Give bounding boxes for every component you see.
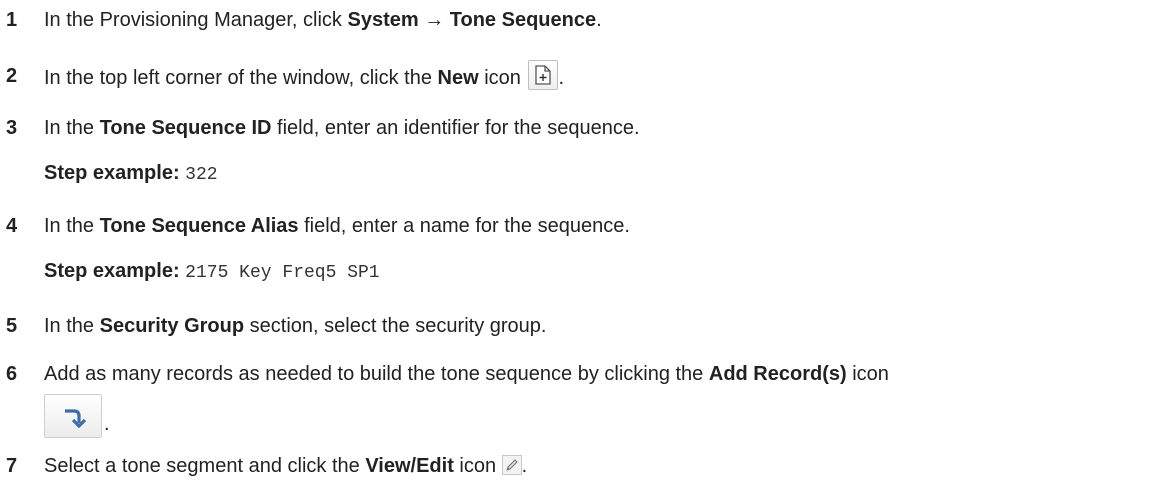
step-2: 2 In the top left corner of the window, …: [0, 60, 1173, 92]
step-text: In the Security Group section, select th…: [44, 310, 546, 342]
example-label: Step example:: [44, 162, 180, 184]
new-document-icon: [528, 60, 559, 90]
step-text-before: Add as many records as needed to build t…: [44, 363, 709, 385]
step-text-after: field, enter an identifier for the seque…: [271, 117, 640, 139]
example-label: Step example:: [44, 260, 180, 282]
step-number: 5: [6, 315, 18, 337]
step-5: 5 In the Security Group section, select …: [0, 310, 1173, 342]
step-4-example: Step example: 2175 Key Freq5 SP1: [44, 256, 380, 286]
field-name: Tone Sequence ID: [99, 117, 272, 139]
step-text-before: In the Provisioning Manager, click: [44, 9, 348, 31]
step-number: 6: [6, 363, 18, 385]
step-text-after: icon: [453, 455, 497, 477]
step-text: Select a tone segment and click the View…: [44, 450, 527, 482]
step-text-before: In the: [44, 215, 100, 237]
field-name: Tone Sequence Alias: [99, 215, 299, 237]
step-text: In the Tone Sequence Alias field, enter …: [44, 210, 630, 242]
step-text: In the top left corner of the window, cl…: [44, 60, 564, 94]
step-text-before: Select a tone segment and click the: [44, 455, 366, 477]
step-text-before: In the: [44, 117, 100, 139]
view-edit-label: View/Edit: [365, 455, 454, 477]
step-6-icon-line: .: [0, 394, 1173, 440]
example-value: 2175 Key Freq5 SP1: [185, 263, 380, 283]
step-text-after: icon: [478, 67, 521, 89]
step-number: 1: [6, 9, 18, 31]
step-7: 7 Select a tone segment and click the Vi…: [0, 450, 1173, 482]
step-text-after: section, select the security group.: [244, 315, 547, 337]
step-text-end: .: [104, 413, 110, 435]
step-text-after: .: [596, 9, 602, 31]
step-text-end: .: [521, 455, 528, 477]
section-name: Security Group: [99, 315, 245, 337]
step-text: In the Provisioning Manager, click Syste…: [44, 4, 602, 36]
add-records-label: Add Record(s): [708, 363, 847, 385]
step-number: 2: [6, 65, 18, 87]
step-text: Add as many records as needed to build t…: [44, 358, 889, 390]
new-label: New: [437, 67, 479, 89]
menu-path: System → Tone Sequence: [347, 9, 597, 31]
add-records-arrow-icon: [44, 394, 102, 438]
step-6: 6 Add as many records as needed to build…: [0, 358, 1173, 390]
step-text-after: field, enter a name for the sequence.: [298, 215, 630, 237]
step-text: In the Tone Sequence ID field, enter an …: [44, 112, 640, 144]
step-1: 1 In the Provisioning Manager, click Sys…: [0, 4, 1173, 36]
pencil-edit-icon: [501, 455, 522, 475]
step-number: 3: [6, 117, 18, 139]
step-text-end: .: [558, 67, 565, 89]
step-text-before: In the: [44, 315, 100, 337]
step-3: 3 In the Tone Sequence ID field, enter a…: [0, 112, 1173, 144]
step-4: 4 In the Tone Sequence Alias field, ente…: [0, 210, 1173, 242]
step-number: 4: [6, 215, 18, 237]
step-text-before: In the top left corner of the window, cl…: [44, 67, 438, 89]
step-3-example: Step example: 322: [44, 158, 218, 188]
step-number: 7: [6, 455, 18, 477]
step-text-after: icon: [846, 363, 889, 385]
example-value: 322: [185, 165, 218, 185]
